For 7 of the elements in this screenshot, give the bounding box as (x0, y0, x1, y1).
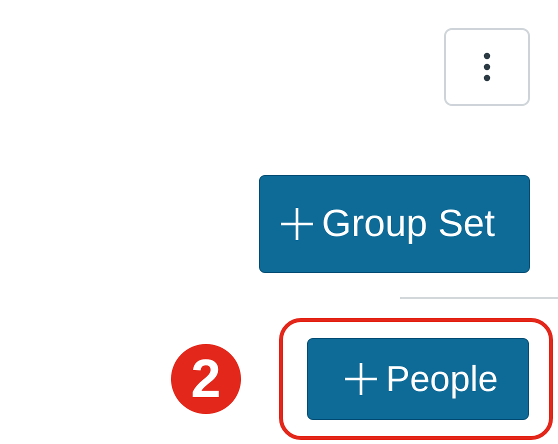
add-button[interactable]: People (306, 338, 529, 420)
plus-icon (344, 362, 378, 396)
plus-icon (280, 207, 314, 241)
step-number-badge: 2 (170, 344, 241, 414)
options-menu-button[interactable] (444, 28, 530, 106)
more-options-icon (483, 52, 491, 82)
add-button[interactable]: Group Set (258, 175, 530, 273)
